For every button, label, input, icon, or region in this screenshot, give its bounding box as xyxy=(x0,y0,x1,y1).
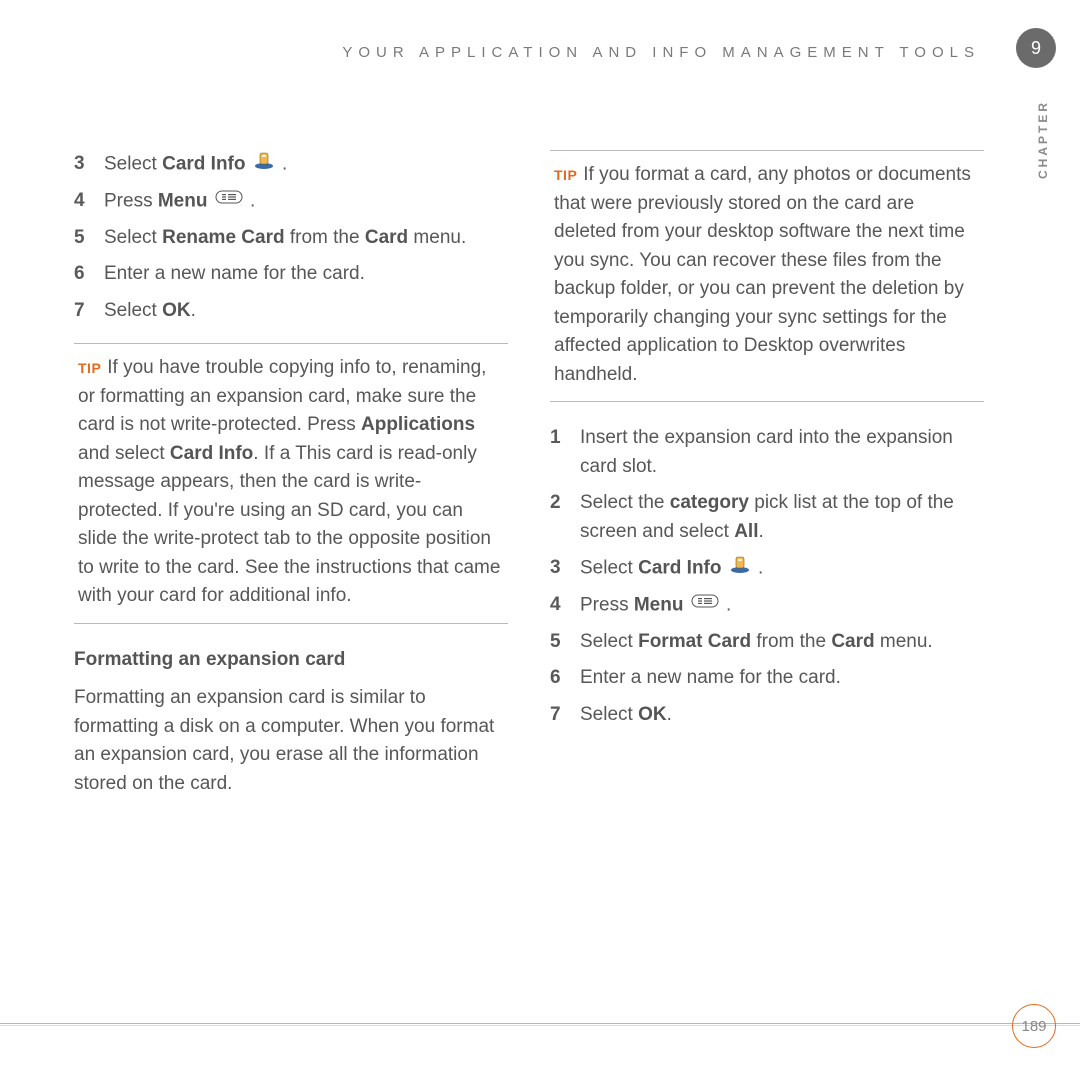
bold-text: OK xyxy=(162,300,191,321)
text: . xyxy=(667,704,672,725)
card-info-icon xyxy=(253,150,275,179)
list-item: 3 Select Card Info . xyxy=(550,554,984,583)
step-number: 7 xyxy=(74,297,90,326)
bold-text: Card xyxy=(365,227,408,248)
footer-rule xyxy=(0,1025,1080,1026)
list-item: 4 Press Menu . xyxy=(550,591,984,620)
bold-text: Rename Card xyxy=(162,227,285,248)
right-column: TIPIf you format a card, any photos or d… xyxy=(550,150,984,814)
bold-text: Menu xyxy=(158,190,208,211)
bold-text: Card Info xyxy=(170,443,253,464)
page-header: YOUR APPLICATION AND INFO MANAGEMENT TOO… xyxy=(0,44,1000,61)
step-text: Press Menu . xyxy=(580,591,984,620)
step-text: Select OK. xyxy=(104,297,508,326)
step-text: Enter a new name for the card. xyxy=(580,664,984,693)
chapter-label: CHAPTER xyxy=(1036,100,1050,179)
text: Select xyxy=(580,704,638,725)
list-item: 4 Press Menu . xyxy=(74,187,508,216)
bold-text: Format Card xyxy=(638,631,751,652)
tip-text: and select xyxy=(78,443,170,464)
list-item: 7 Select OK. xyxy=(550,701,984,730)
tip-text: If you format a card, any photos or docu… xyxy=(554,164,971,385)
page-number: 189 xyxy=(1012,1004,1056,1048)
step-number: 1 xyxy=(550,424,566,481)
list-item: 7 Select OK. xyxy=(74,297,508,326)
left-steps: 3 Select Card Info . 4 Press Menu xyxy=(74,150,508,325)
step-text: Select Card Info . xyxy=(580,554,984,583)
text: Select xyxy=(104,227,162,248)
text: . xyxy=(250,190,255,211)
content-columns: 3 Select Card Info . 4 Press Menu xyxy=(74,150,984,814)
step-text: Select Format Card from the Card menu. xyxy=(580,628,984,657)
tip-label: TIP xyxy=(78,360,101,376)
step-number: 3 xyxy=(74,150,90,179)
bold-text: Card Info xyxy=(638,557,721,578)
menu-icon xyxy=(215,187,243,216)
bold-text: Card Info xyxy=(162,153,245,174)
text: Select the xyxy=(580,492,670,513)
left-column: 3 Select Card Info . 4 Press Menu xyxy=(74,150,508,814)
text: Select xyxy=(580,557,638,578)
step-number: 5 xyxy=(550,628,566,657)
section-heading: Formatting an expansion card xyxy=(74,646,508,675)
bold-text: Card xyxy=(831,631,874,652)
step-number: 6 xyxy=(74,260,90,289)
text: menu. xyxy=(408,227,466,248)
list-item: 1 Insert the expansion card into the exp… xyxy=(550,424,984,481)
list-item: 3 Select Card Info . xyxy=(74,150,508,179)
step-text: Enter a new name for the card. xyxy=(104,260,508,289)
text: from the xyxy=(751,631,831,652)
step-text: Press Menu . xyxy=(104,187,508,216)
text: . xyxy=(191,300,196,321)
text: Press xyxy=(580,594,634,615)
text: . xyxy=(758,521,763,542)
bold-text: All xyxy=(734,521,758,542)
bold-text: category xyxy=(670,492,749,513)
text: Select xyxy=(104,300,162,321)
list-item: 5 Select Rename Card from the Card menu. xyxy=(74,224,508,253)
step-number: 3 xyxy=(550,554,566,583)
step-number: 7 xyxy=(550,701,566,730)
chapter-number-badge: 9 xyxy=(1016,28,1056,68)
list-item: 5 Select Format Card from the Card menu. xyxy=(550,628,984,657)
list-item: 6 Enter a new name for the card. xyxy=(550,664,984,693)
right-steps: 1 Insert the expansion card into the exp… xyxy=(550,424,984,729)
step-text: Select the category pick list at the top… xyxy=(580,489,984,546)
tip-text: . If a This card is read-only message ap… xyxy=(78,443,500,607)
tip-box: TIPIf you have trouble copying info to, … xyxy=(74,343,508,624)
step-text: Select OK. xyxy=(580,701,984,730)
body-paragraph: Formatting an expansion card is similar … xyxy=(74,684,508,798)
step-text: Select Rename Card from the Card menu. xyxy=(104,224,508,253)
text: Select xyxy=(104,153,162,174)
page: YOUR APPLICATION AND INFO MANAGEMENT TOO… xyxy=(0,0,1080,1080)
step-number: 5 xyxy=(74,224,90,253)
bold-text: Applications xyxy=(361,414,475,435)
text: . xyxy=(758,557,763,578)
step-text: Select Card Info . xyxy=(104,150,508,179)
list-item: 6 Enter a new name for the card. xyxy=(74,260,508,289)
bold-text: Menu xyxy=(634,594,684,615)
text: . xyxy=(282,153,287,174)
text: Press xyxy=(104,190,158,211)
text: Select xyxy=(580,631,638,652)
tip-label: TIP xyxy=(554,167,577,183)
text: menu. xyxy=(875,631,933,652)
step-text: Insert the expansion card into the expan… xyxy=(580,424,984,481)
bold-text: OK xyxy=(638,704,667,725)
list-item: 2 Select the category pick list at the t… xyxy=(550,489,984,546)
menu-icon xyxy=(691,591,719,620)
text: from the xyxy=(285,227,365,248)
tip-box: TIPIf you format a card, any photos or d… xyxy=(550,150,984,402)
step-number: 4 xyxy=(550,591,566,620)
card-info-icon xyxy=(729,554,751,583)
text: . xyxy=(726,594,731,615)
step-number: 6 xyxy=(550,664,566,693)
step-number: 2 xyxy=(550,489,566,546)
step-number: 4 xyxy=(74,187,90,216)
